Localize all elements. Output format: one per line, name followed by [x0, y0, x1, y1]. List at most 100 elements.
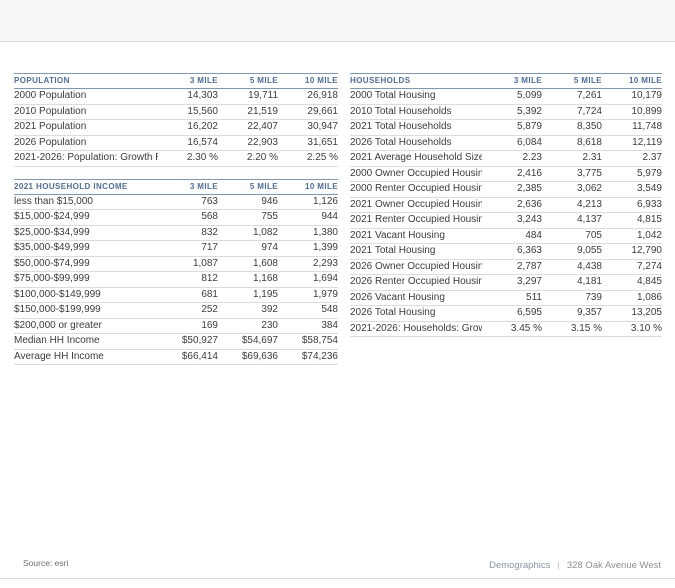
row-label: 2021 Vacant Housing: [350, 228, 482, 244]
cell-value: 1,126: [278, 194, 338, 210]
cell-value: 2,416: [482, 166, 542, 182]
cell-value: 2,293: [278, 256, 338, 272]
row-label: Median HH Income: [14, 334, 158, 350]
cell-value: 3,297: [482, 275, 542, 291]
column-header: 3 MILE: [482, 74, 542, 89]
row-label: $200,000 or greater: [14, 318, 158, 334]
cell-value: 2,385: [482, 182, 542, 198]
cell-value: 3,062: [542, 182, 602, 198]
table-row: 2026 Vacant Housing5117391,086: [350, 290, 662, 306]
row-label: 2021-2026: Population: Growth Rate: [14, 151, 158, 167]
cell-value: 9,055: [542, 244, 602, 260]
table-row: $100,000-$149,9996811,1951,979: [14, 287, 338, 303]
row-label: $25,000-$34,999: [14, 225, 158, 241]
table-row: $200,000 or greater169230384: [14, 318, 338, 334]
row-label: 2000 Total Housing: [350, 89, 482, 105]
row-label: 2021 Population: [14, 120, 158, 136]
cell-value: 7,261: [542, 89, 602, 105]
cell-value: 16,202: [158, 120, 218, 136]
cell-value: 2.37: [602, 151, 662, 167]
table-row: 2000 Population14,30319,71126,918: [14, 89, 338, 105]
cell-value: 2,787: [482, 259, 542, 275]
table-row: 2026 Total Households6,0848,61812,119: [350, 135, 662, 151]
cell-value: 3,243: [482, 213, 542, 229]
cell-value: 4,845: [602, 275, 662, 291]
cell-value: 739: [542, 290, 602, 306]
table-row: 2021 Total Households5,8798,35011,748: [350, 120, 662, 136]
table-row: $25,000-$34,9998321,0821,380: [14, 225, 338, 241]
row-label: $150,000-$199,999: [14, 303, 158, 319]
row-label: 2021 Renter Occupied Housing: [350, 213, 482, 229]
page-footer: Demographics|328 Oak Avenue West: [489, 560, 661, 571]
cell-value: 12,790: [602, 244, 662, 260]
cell-value: 5,879: [482, 120, 542, 136]
row-label: 2021 Total Households: [350, 120, 482, 136]
table-row: 2021 Total Housing6,3639,05512,790: [350, 244, 662, 260]
row-label: 2026 Renter Occupied Housing: [350, 275, 482, 291]
cell-value: 812: [158, 272, 218, 288]
cell-value: 717: [158, 241, 218, 257]
report-content: POPULATION3 MILE5 MILE10 MILE2000 Popula…: [0, 42, 675, 365]
source-note: Source: esri: [23, 558, 68, 568]
table-row: 2010 Total Households5,3927,72410,899: [350, 104, 662, 120]
household-income-table: 2021 HOUSEHOLD INCOME3 MILE5 MILE10 MILE…: [14, 179, 338, 366]
cell-value: 4,213: [542, 197, 602, 213]
cell-value: 2.30 %: [158, 151, 218, 167]
cell-value: 7,274: [602, 259, 662, 275]
table-row: 2010 Population15,56021,51929,661: [14, 104, 338, 120]
table-row: $150,000-$199,999252392548: [14, 303, 338, 319]
cell-value: 1,168: [218, 272, 278, 288]
column-header: 3 MILE: [158, 74, 218, 89]
cell-value: 1,399: [278, 241, 338, 257]
top-band: [0, 0, 675, 42]
cell-value: 10,179: [602, 89, 662, 105]
row-label: less than $15,000: [14, 194, 158, 210]
row-label: $100,000-$149,999: [14, 287, 158, 303]
table-row: 2026 Total Housing6,5959,35713,205: [350, 306, 662, 322]
cell-value: 10,899: [602, 104, 662, 120]
cell-value: 3.10 %: [602, 321, 662, 337]
table-row: 2000 Renter Occupied Housing2,3853,0623,…: [350, 182, 662, 198]
cell-value: 6,084: [482, 135, 542, 151]
footer-address: 328 Oak Avenue West: [567, 560, 661, 571]
cell-value: 944: [278, 210, 338, 226]
right-column: HOUSEHOLDS3 MILE5 MILE10 MILE2000 Total …: [350, 73, 662, 337]
cell-value: 1,608: [218, 256, 278, 272]
cell-value: 1,086: [602, 290, 662, 306]
row-label: $15,000-$24,999: [14, 210, 158, 226]
bottom-divider: [0, 578, 675, 579]
row-label: 2026 Total Households: [350, 135, 482, 151]
cell-value: 6,595: [482, 306, 542, 322]
cell-value: 9,357: [542, 306, 602, 322]
cell-value: 14,303: [158, 89, 218, 105]
cell-value: $50,927: [158, 334, 218, 350]
cell-value: 13,205: [602, 306, 662, 322]
cell-value: 1,195: [218, 287, 278, 303]
cell-value: $54,697: [218, 334, 278, 350]
cell-value: 169: [158, 318, 218, 334]
cell-value: $58,754: [278, 334, 338, 350]
cell-value: 548: [278, 303, 338, 319]
cell-value: 19,711: [218, 89, 278, 105]
column-header: 3 MILE: [158, 179, 218, 194]
row-label: 2026 Total Housing: [350, 306, 482, 322]
cell-value: 30,947: [278, 120, 338, 136]
cell-value: $69,636: [218, 349, 278, 365]
cell-value: 29,661: [278, 104, 338, 120]
table-row: 2021-2026: Households: Growth Rate3.45 %…: [350, 321, 662, 337]
cell-value: 2.23: [482, 151, 542, 167]
row-label: 2026 Vacant Housing: [350, 290, 482, 306]
row-label: 2021 Average Household Size: [350, 151, 482, 167]
row-label: 2000 Renter Occupied Housing: [350, 182, 482, 198]
table-row: 2000 Owner Occupied Housing2,4163,7755,9…: [350, 166, 662, 182]
cell-value: 974: [218, 241, 278, 257]
cell-value: 16,574: [158, 135, 218, 151]
cell-value: $66,414: [158, 349, 218, 365]
cell-value: 4,137: [542, 213, 602, 229]
column-header: 5 MILE: [218, 179, 278, 194]
cell-value: 1,380: [278, 225, 338, 241]
cell-value: 3.45 %: [482, 321, 542, 337]
cell-value: 26,918: [278, 89, 338, 105]
table-title: POPULATION: [14, 74, 158, 89]
cell-value: 15,560: [158, 104, 218, 120]
